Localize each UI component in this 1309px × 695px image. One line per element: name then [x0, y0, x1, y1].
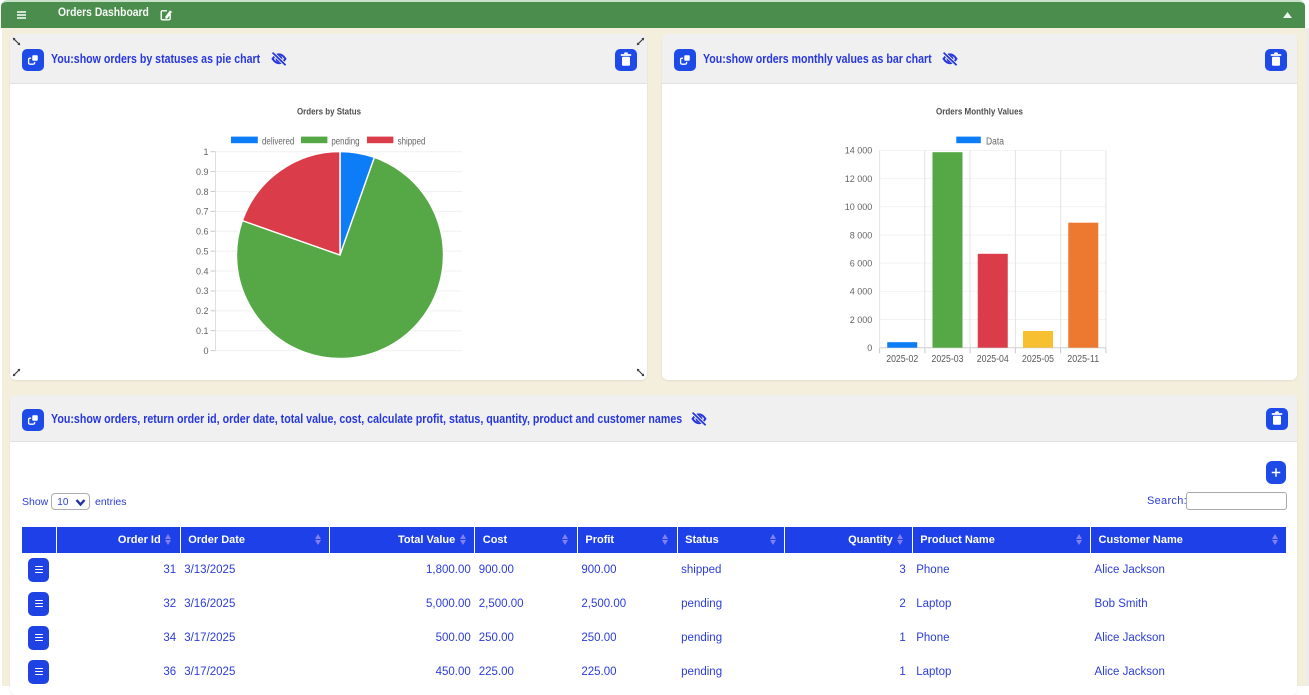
svg-text:Orders by Status: Orders by Status: [297, 107, 361, 118]
svg-text:pending: pending: [331, 136, 359, 147]
svg-text:shipped: shipped: [398, 136, 426, 147]
svg-text:2 000: 2 000: [850, 315, 873, 325]
svg-text:0.7: 0.7: [196, 207, 209, 217]
svg-text:0.1: 0.1: [196, 326, 209, 336]
svg-text:14 000: 14 000: [845, 146, 873, 156]
svg-text:0: 0: [203, 346, 208, 356]
svg-text:0.3: 0.3: [196, 286, 209, 296]
svg-text:0.4: 0.4: [196, 266, 209, 276]
svg-text:Orders Monthly Values: Orders Monthly Values: [936, 107, 1023, 118]
svg-text:2025-11: 2025-11: [1067, 354, 1099, 365]
svg-text:0.9: 0.9: [196, 167, 209, 177]
svg-text:0.2: 0.2: [196, 306, 209, 316]
svg-text:2025-04: 2025-04: [977, 354, 1009, 365]
svg-text:10 000: 10 000: [845, 202, 873, 212]
svg-text:2025-05: 2025-05: [1022, 354, 1054, 365]
svg-text:1: 1: [203, 147, 208, 157]
svg-text:2025-03: 2025-03: [931, 354, 963, 365]
svg-text:0.6: 0.6: [196, 227, 209, 237]
svg-text:0.5: 0.5: [196, 246, 209, 256]
svg-text:0.8: 0.8: [196, 187, 209, 197]
svg-text:8 000: 8 000: [850, 230, 873, 240]
svg-text:2025-02: 2025-02: [886, 354, 918, 365]
svg-text:0: 0: [867, 343, 872, 353]
svg-text:6 000: 6 000: [850, 258, 873, 268]
svg-text:delivered: delivered: [262, 136, 294, 147]
svg-text:12 000: 12 000: [845, 174, 873, 184]
svg-text:Data: Data: [986, 136, 1004, 147]
svg-text:4 000: 4 000: [850, 287, 873, 297]
